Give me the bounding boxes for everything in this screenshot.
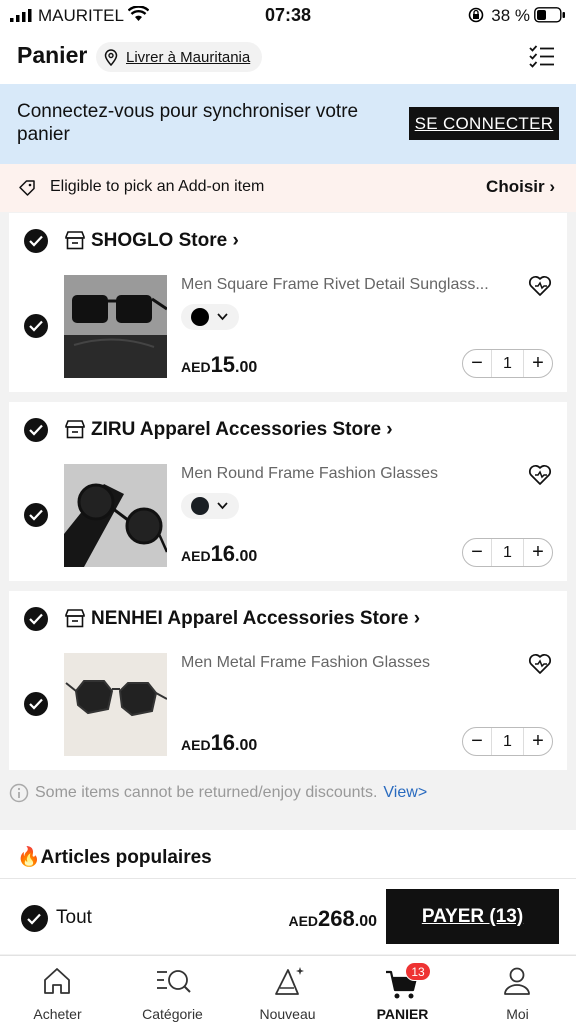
item-select-checkbox[interactable] — [24, 503, 48, 527]
tab-acheter[interactable]: Acheter — [0, 956, 115, 1024]
addon-bar[interactable]: Eligible to pick an Add-on item Choisir … — [0, 164, 576, 212]
category-search-icon — [157, 970, 191, 993]
clock: 07:38 — [264, 5, 312, 25]
quantity-stepper[interactable]: − 1 + — [462, 349, 553, 378]
store-name-link[interactable]: ZIRU Apparel Accessories Store › — [91, 419, 393, 441]
product-price: AED16.00 — [181, 541, 258, 566]
popular-section: 🔥Articles populaires — [0, 830, 576, 878]
product-image[interactable] — [64, 464, 167, 567]
status-bar: MAURITEL 07:38 38 % — [0, 0, 576, 30]
page-title: Panier — [17, 42, 88, 68]
color-swatch — [191, 497, 209, 515]
battery-icon — [534, 7, 565, 23]
decrease-button[interactable]: − — [463, 728, 491, 755]
decrease-button[interactable]: − — [463, 350, 491, 377]
product-price: AED16.00 — [181, 730, 258, 755]
item-select-checkbox[interactable] — [24, 314, 48, 338]
store-name-link[interactable]: SHOGLO Store › — [91, 230, 239, 252]
increase-button[interactable]: + — [524, 728, 552, 755]
store-card: NENHEI Apparel Accessories Store › Men M… — [9, 591, 567, 770]
wishlist-icon[interactable] — [528, 275, 552, 297]
return-notice: Some items cannot be returned/enjoy disc… — [9, 783, 427, 803]
profile-icon — [504, 967, 530, 995]
variant-selector[interactable] — [181, 493, 239, 519]
tab-bar: Acheter Catégorie Nouveau PANIER Moi — [0, 955, 576, 1024]
store-card: ZIRU Apparel Accessories Store › Men Rou… — [9, 402, 567, 581]
product-title[interactable]: Men Square Frame Rivet Detail Sunglass..… — [181, 276, 516, 294]
increase-button[interactable]: + — [524, 350, 552, 377]
select-all-label[interactable]: Tout — [56, 907, 92, 929]
location-pin-icon — [104, 48, 118, 66]
item-select-checkbox[interactable] — [24, 692, 48, 716]
location-selector[interactable]: Livrer à Mauritania — [96, 42, 263, 72]
store-select-checkbox[interactable] — [24, 418, 48, 442]
wishlist-icon[interactable] — [528, 464, 552, 486]
addon-choose-link[interactable]: Choisir › — [486, 177, 555, 197]
decrease-button[interactable]: − — [463, 539, 491, 566]
info-icon — [9, 783, 29, 803]
store-name-link[interactable]: NENHEI Apparel Accessories Store › — [91, 608, 420, 630]
notice-text: Some items cannot be returned/enjoy disc… — [35, 784, 378, 801]
quantity-value[interactable]: 1 — [491, 728, 524, 755]
increase-button[interactable]: + — [524, 539, 552, 566]
select-all-checkbox[interactable] — [21, 905, 48, 932]
variant-selector[interactable] — [181, 304, 239, 330]
checklist-edit-icon[interactable] — [529, 45, 555, 69]
fire-icon: 🔥 — [17, 847, 41, 868]
notice-view-link[interactable]: View> — [383, 784, 427, 802]
new-sparkle-icon — [275, 967, 304, 995]
tab-panier[interactable]: PANIER — [345, 956, 460, 1024]
quantity-value[interactable]: 1 — [491, 350, 524, 377]
store-card: SHOGLO Store › Men Square Frame Rivet De… — [9, 213, 567, 392]
quantity-stepper[interactable]: − 1 + — [462, 538, 553, 567]
popular-title: 🔥Articles populaires — [17, 847, 212, 868]
orientation-lock-icon — [468, 7, 484, 23]
cart-count-badge: 13 — [405, 962, 431, 981]
chevron-down-icon — [217, 313, 228, 321]
login-prompt: Connectez-vous pour synchroniser votre p… — [17, 101, 359, 145]
addon-text: Eligible to pick an Add-on item — [50, 178, 265, 195]
tab-categorie[interactable]: Catégorie — [115, 956, 230, 1024]
wishlist-icon[interactable] — [528, 653, 552, 675]
product-price: AED15.00 — [181, 352, 258, 377]
product-title[interactable]: Men Round Frame Fashion Glasses — [181, 465, 516, 483]
store-icon — [65, 609, 85, 628]
store-icon — [65, 231, 85, 250]
chevron-down-icon — [217, 502, 228, 510]
total-price: AED268.00 — [288, 906, 377, 931]
header: Panier Livrer à Mauritania — [0, 30, 576, 84]
home-icon — [44, 968, 70, 994]
product-image[interactable] — [64, 653, 167, 756]
location-label: Livrer à Mauritania — [126, 48, 251, 66]
store-select-checkbox[interactable] — [24, 229, 48, 253]
checkout-button[interactable]: PAYER (13) — [386, 889, 559, 944]
product-image[interactable] — [64, 275, 167, 378]
tab-moi[interactable]: Moi — [460, 956, 575, 1024]
product-title[interactable]: Men Metal Frame Fashion Glasses — [181, 654, 516, 672]
quantity-value[interactable]: 1 — [491, 539, 524, 566]
tab-nouveau[interactable]: Nouveau — [230, 956, 345, 1024]
quantity-stepper[interactable]: − 1 + — [462, 727, 553, 756]
store-icon — [65, 420, 85, 439]
battery-percent: 38 % — [491, 6, 530, 25]
tag-icon — [19, 180, 35, 196]
color-swatch — [191, 308, 209, 326]
store-select-checkbox[interactable] — [24, 607, 48, 631]
login-button[interactable]: SE CONNECTER — [409, 107, 559, 140]
